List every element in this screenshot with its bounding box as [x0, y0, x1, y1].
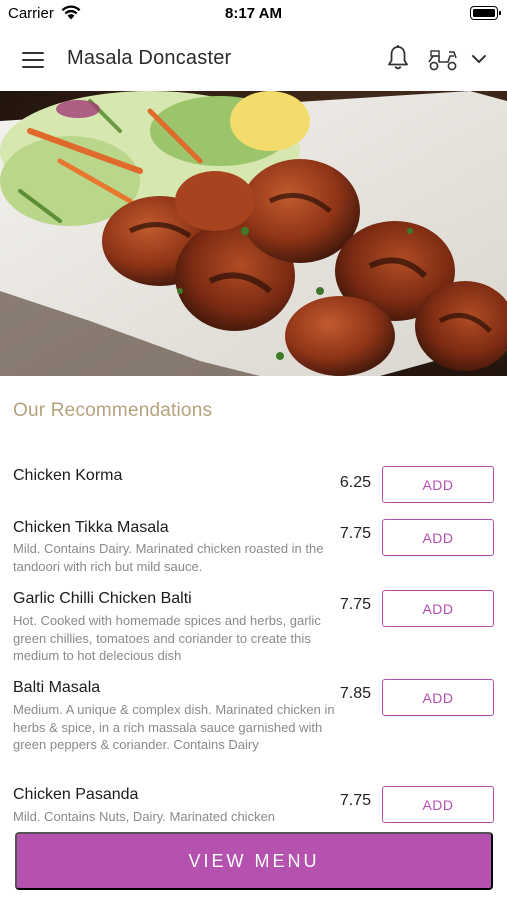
item-price: 7.85	[339, 685, 371, 702]
app-header: Masala Doncaster	[0, 28, 507, 91]
item-description: Medium. A unique & complex dish. Marinat…	[13, 702, 335, 752]
status-bar: Carrier 8:17 AM	[0, 0, 507, 28]
item-name: Balti Masala	[13, 679, 101, 696]
add-button[interactable]: ADD	[382, 590, 494, 627]
item-price: 7.75	[339, 792, 371, 809]
add-button[interactable]: ADD	[382, 786, 494, 823]
battery-icon	[470, 6, 501, 20]
item-price: 7.75	[339, 596, 371, 613]
chevron-down-icon[interactable]	[470, 52, 488, 66]
item-description: Hot. Cooked with homemade spices and her…	[13, 613, 321, 663]
recommendations-heading: Our Recommendations	[13, 400, 213, 421]
item-name: Chicken Korma	[13, 467, 123, 484]
list-item: Chicken Tikka Masala Mild. Contains Dair…	[0, 508, 507, 580]
view-menu-button[interactable]: VIEW MENU	[15, 832, 493, 890]
list-item: Garlic Chilli Chicken Balti Hot. Cooked …	[0, 580, 507, 670]
list-item: Balti Masala Medium. A unique & complex …	[0, 670, 507, 777]
item-name: Garlic Chilli Chicken Balti	[13, 590, 192, 607]
delivery-scooter-icon[interactable]	[427, 48, 459, 72]
hero-food-image	[0, 91, 507, 376]
add-button[interactable]: ADD	[382, 519, 494, 556]
page-title: Masala Doncaster	[67, 47, 232, 69]
list-item: Chicken Korma 6.25 ADD	[0, 455, 507, 508]
item-description: Mild. Contains Nuts, Dairy. Marinated ch…	[13, 809, 276, 824]
item-price: 6.25	[339, 474, 371, 491]
status-time: 8:17 AM	[225, 5, 282, 22]
item-price: 7.75	[339, 525, 371, 542]
add-button[interactable]: ADD	[382, 466, 494, 503]
bell-icon[interactable]	[385, 44, 411, 72]
food-photo	[0, 91, 507, 376]
list-item: Chicken Pasanda Mild. Contains Nuts, Dai…	[0, 777, 507, 824]
item-name: Chicken Pasanda	[13, 786, 139, 803]
recommendations-list: Chicken Korma 6.25 ADD Chicken Tikka Mas…	[0, 455, 507, 824]
item-description: Mild. Contains Dairy. Marinated chicken …	[13, 541, 324, 574]
menu-icon[interactable]	[22, 52, 46, 68]
item-name: Chicken Tikka Masala	[13, 519, 169, 536]
add-button[interactable]: ADD	[382, 679, 494, 716]
